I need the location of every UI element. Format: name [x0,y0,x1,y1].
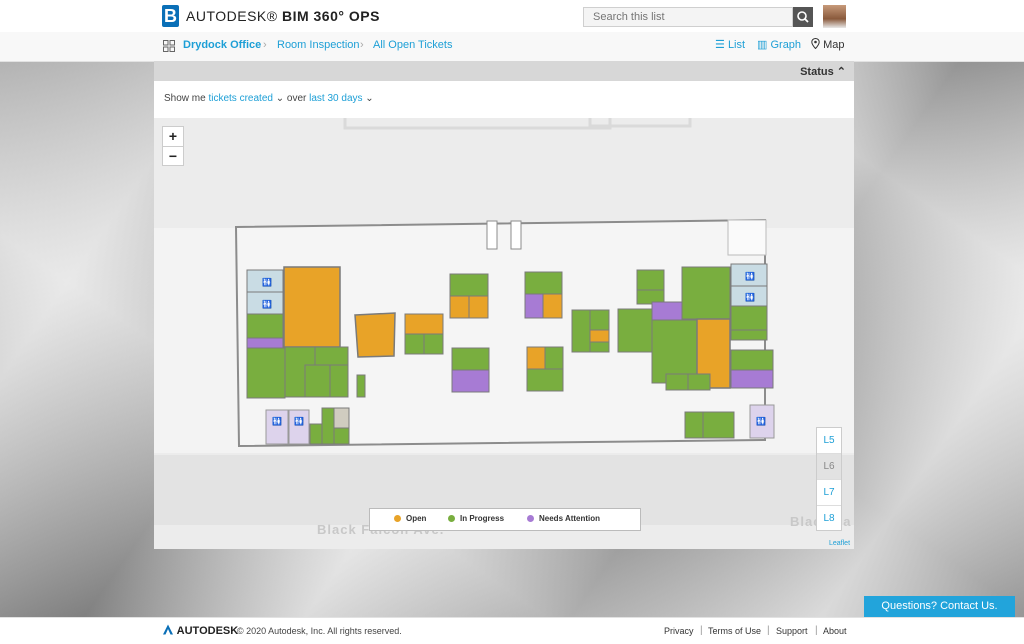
footer-separator: | [767,625,770,636]
breadcrumb-drydock-office[interactable]: Drydock Office [183,39,261,51]
map-view-label: Map [823,39,845,51]
breadcrumb-room-inspection[interactable]: Room Inspection [277,39,360,51]
status-bar[interactable]: Status ⌃ [154,61,854,81]
chevron-right-icon: › [360,39,364,51]
about-link[interactable]: About [823,626,847,636]
level-l5-button[interactable]: L5 [817,428,841,454]
svg-text:🚻: 🚻 [262,277,272,287]
brand-prefix: AUTODESK® [186,8,278,24]
zoom-control: + − [162,126,184,166]
chevron-up-icon: ⌃ [836,66,846,78]
footer-separator: | [700,625,703,636]
map-view-button[interactable]: Map [811,37,845,51]
open-dot-icon [394,515,401,522]
autodesk-footer-logo: AUTODESK [162,624,238,637]
legend-open: Open [394,514,426,523]
svg-text:🚻: 🚻 [294,416,304,426]
map-pin-icon [811,37,820,50]
list-view-button[interactable]: ☰ List [715,38,745,51]
level-l6-button[interactable]: L6 [817,454,841,480]
svg-text:🚻: 🚻 [745,271,755,281]
level-selector: L5 L6 L7 L8 [816,427,842,531]
metric-dropdown[interactable]: tickets created [208,93,272,104]
breadcrumb-all-open-tickets[interactable]: All Open Tickets [373,39,452,51]
zoom-in-button[interactable]: + [163,127,183,147]
status-toggle[interactable]: Status ⌃ [800,65,846,78]
svg-text:🚻: 🚻 [745,292,755,302]
floor-plan: 🚻 🚻 🚻 🚻 🚻 🚻 🚻 [154,118,854,525]
range-dropdown[interactable]: last 30 days [309,93,362,104]
leaflet-attribution[interactable]: Leaflet [829,540,850,547]
user-avatar[interactable] [823,5,846,28]
graph-view-label: Graph [770,39,802,51]
map-legend: Open In Progress Needs Attention [369,508,641,531]
level-l7-button[interactable]: L7 [817,480,841,506]
autodesk-a-icon [163,624,173,635]
search-button[interactable] [793,7,813,27]
needs-attention-dot-icon [527,515,534,522]
status-label: Status [800,66,834,78]
brand-title: AUTODESK® BIM 360° OPS [186,8,380,24]
legend-in-progress: In Progress [448,514,504,523]
legend-needs-attention: Needs Attention [527,514,600,523]
search-input[interactable] [583,7,793,27]
footer-separator: | [815,625,818,636]
chevron-right-icon: › [263,39,267,51]
support-link[interactable]: Support [776,626,808,636]
top-bar [0,0,1024,32]
level-l8-button[interactable]: L8 [817,506,841,531]
legend-needs-attention-label: Needs Attention [539,514,601,523]
in-progress-dot-icon [448,515,455,522]
legend-in-progress-label: In Progress [460,514,505,523]
copyright-text: © 2020 Autodesk, Inc. All rights reserve… [237,626,402,636]
legend-open-label: Open [406,514,427,523]
filter-middle: over [286,93,307,104]
footer [0,617,1024,644]
svg-text:🚻: 🚻 [272,416,282,426]
graph-view-button[interactable]: ▥ Graph [757,38,801,51]
bim360-logo[interactable]: B [162,5,179,27]
svg-text:🚻: 🚻 [756,416,766,426]
chevron-down-icon[interactable]: ⌄ [365,93,373,104]
search-icon [797,11,809,23]
floor-map[interactable]: 🚻 🚻 🚻 🚻 🚻 🚻 🚻 Black Falcon Ave. Black Fa [154,118,854,549]
nav-bar [0,32,1024,62]
zoom-out-button[interactable]: − [163,147,183,166]
privacy-link[interactable]: Privacy [664,626,694,636]
svg-text:🚻: 🚻 [262,299,272,309]
list-icon: ☰ [715,39,725,51]
grid-icon[interactable] [163,40,175,52]
filter-prefix: Show me [164,93,206,104]
filter-row: Show me tickets created ⌄ over last 30 d… [164,93,374,104]
bar-chart-icon: ▥ [757,39,768,51]
chevron-down-icon[interactable]: ⌄ [276,93,284,104]
list-view-label: List [727,39,746,51]
brand-product: BIM 360° OPS [281,8,380,24]
contact-us-button[interactable]: Questions? Contact Us. [864,596,1015,617]
footer-logo-text: AUTODESK [176,625,239,637]
terms-of-use-link[interactable]: Terms of Use [708,626,761,636]
